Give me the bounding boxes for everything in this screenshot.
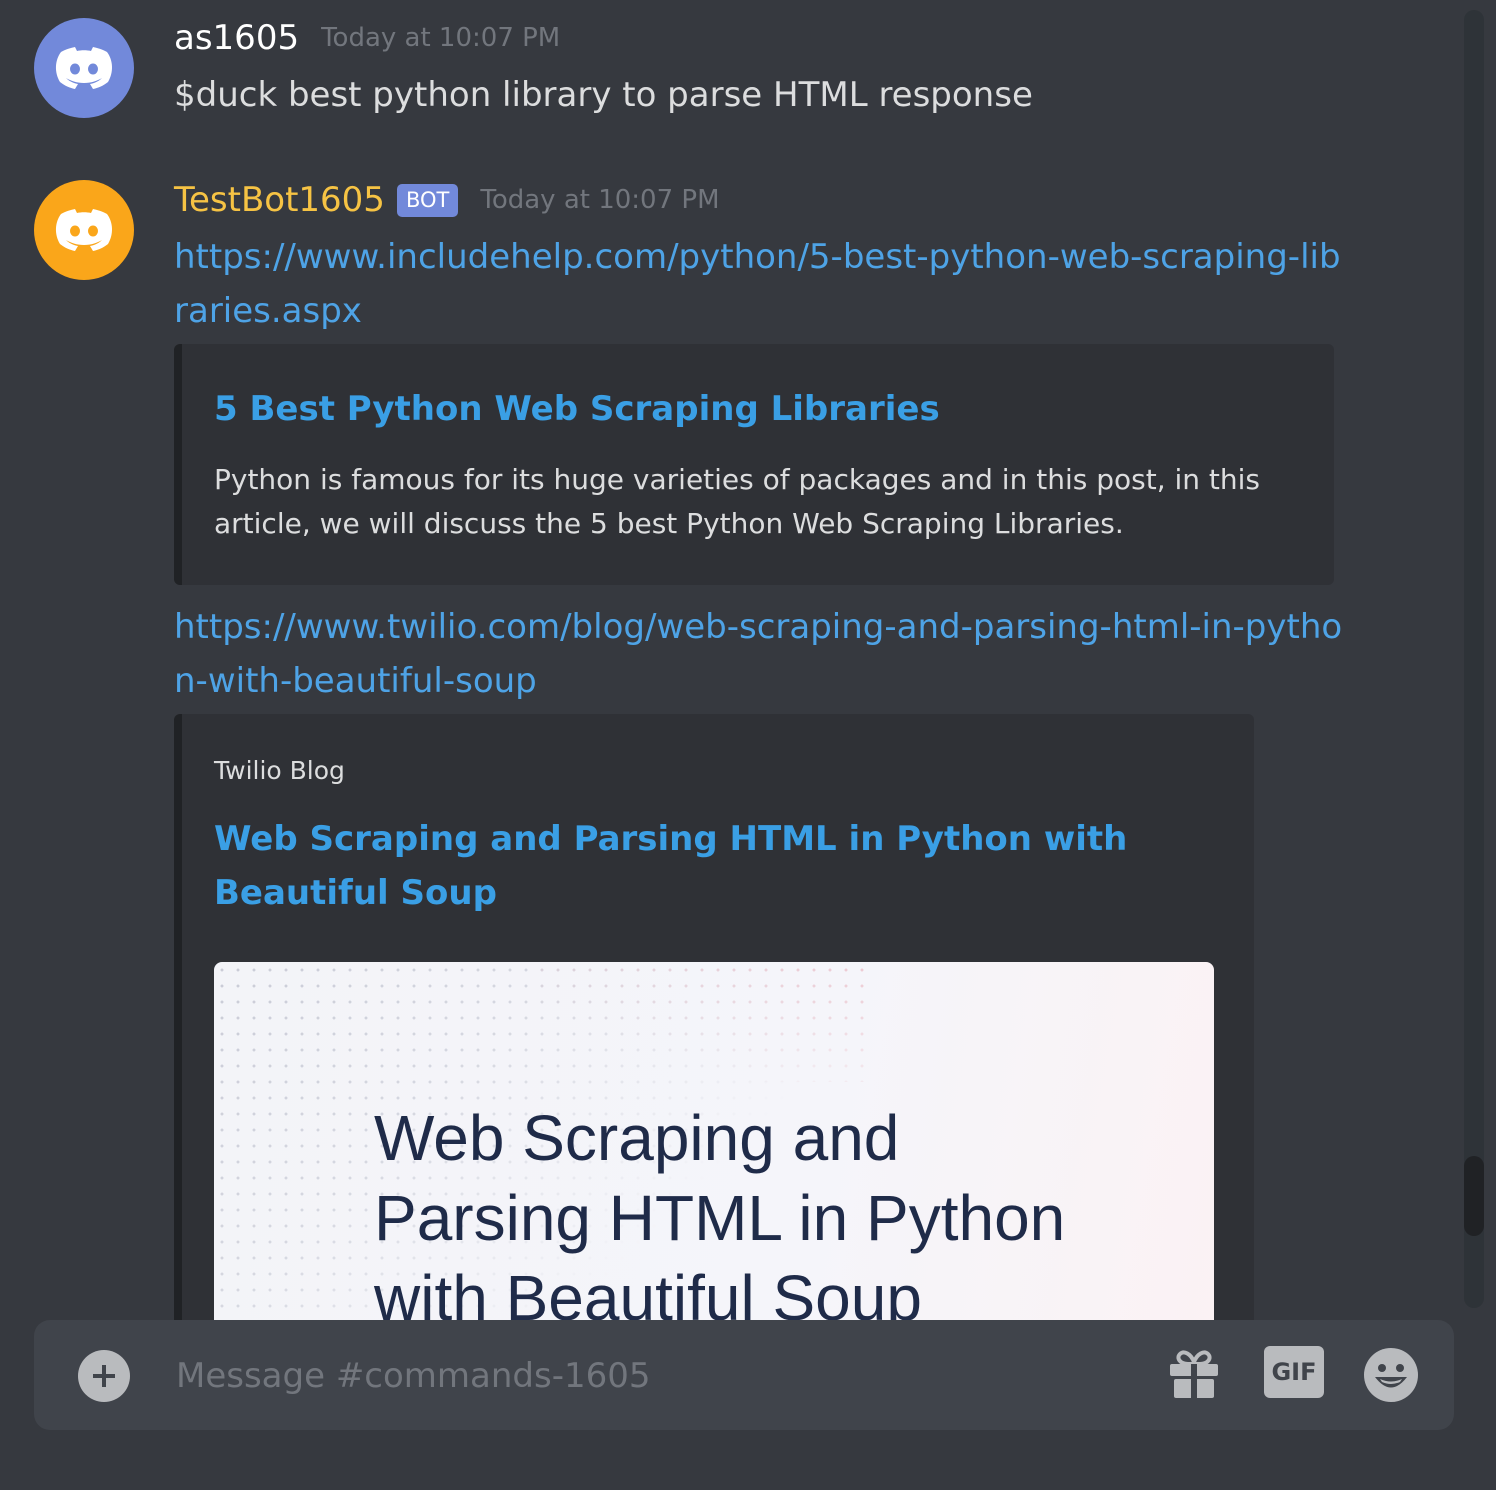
timestamp: Today at 10:07 PM: [321, 23, 561, 53]
message-header: as1605 Today at 10:07 PM: [174, 18, 560, 58]
link-embed: 5 Best Python Web Scraping Libraries Pyt…: [174, 344, 1334, 585]
message-link[interactable]: https://www.twilio.com/blog/web-scraping…: [174, 600, 1354, 708]
message-list: as1605 Today at 10:07 PM $duck best pyth…: [0, 0, 1460, 1320]
gift-button[interactable]: [1166, 1346, 1222, 1402]
message-input[interactable]: [174, 1346, 1118, 1406]
embed-provider: Twilio Blog: [214, 756, 345, 785]
scrollbar-thumb[interactable]: [1464, 1156, 1484, 1236]
message-header: TestBot1605 BOT Today at 10:07 PM: [174, 180, 720, 220]
discord-logo-icon: [55, 47, 113, 89]
avatar-testbot1605[interactable]: [34, 180, 134, 280]
message-text: $duck best python library to parse HTML …: [174, 75, 1033, 115]
embed-description: Python is famous for its huge varieties …: [214, 463, 1261, 540]
timestamp: Today at 10:07 PM: [480, 185, 720, 215]
add-icon: [93, 1365, 115, 1387]
embed-image-text: Web Scraping and Parsing HTML in Python …: [374, 1102, 1066, 1320]
add-attachment-button[interactable]: [78, 1350, 130, 1402]
embed-image[interactable]: Web Scraping and Parsing HTML in Python …: [214, 962, 1214, 1320]
scrollbar-track[interactable]: [1464, 10, 1484, 1308]
message-composer: GIF: [34, 1320, 1454, 1430]
link-embed: Twilio Blog Web Scraping and Parsing HTM…: [174, 714, 1254, 1320]
emoji-button[interactable]: [1362, 1346, 1420, 1404]
emoji-icon: [1364, 1348, 1418, 1402]
message-link[interactable]: https://www.includehelp.com/python/5-bes…: [174, 230, 1354, 338]
gif-button[interactable]: GIF: [1264, 1346, 1324, 1398]
embed-title[interactable]: Web Scraping and Parsing HTML in Python …: [214, 812, 1214, 920]
bot-badge: BOT: [396, 183, 459, 217]
username[interactable]: as1605: [174, 18, 299, 58]
chat-window: as1605 Today at 10:07 PM $duck best pyth…: [0, 0, 1496, 1490]
discord-logo-icon: [55, 209, 113, 251]
gift-icon: [1170, 1350, 1218, 1398]
dot-pattern-accent: [534, 962, 874, 1082]
embed-title[interactable]: 5 Best Python Web Scraping Libraries: [214, 382, 1294, 436]
username[interactable]: TestBot1605: [174, 180, 385, 220]
avatar-as1605[interactable]: [34, 18, 134, 118]
